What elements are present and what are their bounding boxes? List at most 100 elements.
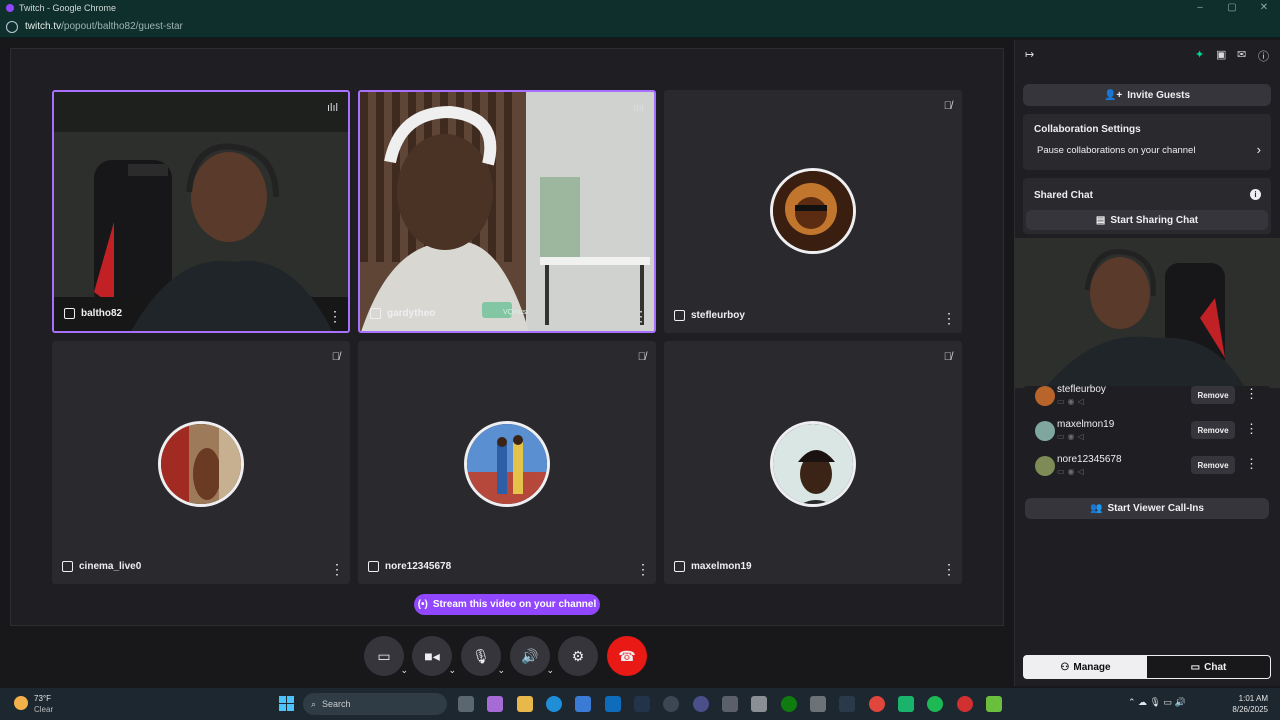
chevron-down-icon[interactable]: ⌄ [400, 665, 408, 676]
avatar [1035, 456, 1055, 476]
taskbar-clock[interactable]: 1:01 AM 8/26/2025 [1232, 693, 1268, 715]
app-icon[interactable] [693, 696, 709, 712]
more-options-icon[interactable]: ⋮ [1245, 456, 1258, 472]
more-options-icon[interactable]: ⋮ [1245, 421, 1258, 437]
remove-guest-button[interactable]: Remove [1191, 456, 1235, 474]
guest-tile-baltho82[interactable]: ılıl baltho82 ⋮ [52, 90, 350, 333]
weather-icon [14, 696, 28, 710]
sparkle-icon[interactable]: ✦ [1195, 48, 1204, 61]
xbox-icon[interactable] [781, 696, 797, 712]
info-icon[interactable]: i [1250, 189, 1261, 200]
chrome-icon[interactable] [869, 696, 885, 712]
taskbar-search[interactable]: ⌕ Search [303, 693, 447, 715]
inbox-icon[interactable]: ✉ [1237, 48, 1246, 61]
spotify-icon[interactable] [927, 696, 943, 712]
more-options-icon[interactable]: ⋮ [1245, 386, 1258, 402]
app-icon[interactable] [839, 696, 855, 712]
camera-icon: ■◂ [424, 647, 440, 664]
tab-chat[interactable]: ▭ Chat [1147, 656, 1270, 678]
task-view-icon[interactable] [458, 696, 474, 712]
chevron-down-icon[interactable]: ⌄ [448, 665, 456, 676]
remove-guest-button[interactable]: Remove [1191, 421, 1235, 439]
chevron-down-icon[interactable]: ⌄ [497, 665, 505, 676]
collaboration-settings-title: Collaboration Settings [1034, 124, 1141, 135]
collapse-panel-icon[interactable]: ↦ [1025, 48, 1034, 61]
start-viewer-callins-button[interactable]: 👥 Start Viewer Call-Ins [1025, 498, 1269, 519]
guest-name-row: maxelmon19 [674, 561, 752, 572]
remove-guest-button[interactable]: Remove [1191, 386, 1235, 404]
copilot-icon[interactable] [487, 696, 503, 712]
twitch-glitch-icon [674, 310, 685, 321]
end-call-button[interactable]: ☎ [607, 636, 647, 676]
guest-list-name: nore12345678 [1057, 454, 1122, 465]
site-info-icon[interactable] [6, 20, 18, 33]
twitch-app-icon [6, 4, 14, 12]
more-options-icon[interactable]: ⋮ [634, 309, 648, 323]
avatar [1035, 421, 1055, 441]
app-icon[interactable] [751, 696, 767, 712]
microphone-button[interactable]: 🎙 ⌄ [461, 636, 505, 676]
host-camera-overlay [1015, 238, 1280, 388]
system-tray[interactable]: ⌃ ☁ 🎙 ▭ 🔊 [1128, 697, 1186, 708]
speaker-icon: 🔊 [521, 647, 539, 664]
app-icon[interactable] [722, 696, 738, 712]
guest-tile-nore12345678[interactable]: 🎙̸ nore12345678 ⋮ [358, 341, 656, 584]
guest-avatar [464, 421, 550, 507]
guest-video-gardytheo [360, 92, 654, 331]
windows-start-icon[interactable] [279, 696, 295, 712]
edge-icon[interactable] [546, 696, 562, 712]
guest-tile-maxelmon19[interactable]: 🎙̸ maxelmon19 ⋮ [664, 341, 962, 584]
url-path: /popout/baltho82/guest-star [61, 21, 183, 32]
guest-avatar [770, 421, 856, 507]
tab-chat-label: Chat [1204, 661, 1227, 673]
start-viewer-callins-label: Start Viewer Call-Ins [1107, 503, 1204, 514]
chevron-down-icon[interactable]: ⌄ [546, 665, 554, 676]
store-icon[interactable] [575, 696, 591, 712]
guest-name: maxelmon19 [691, 561, 752, 572]
app-icon[interactable] [986, 696, 1002, 712]
guest-name-row: cinema_live0 [62, 561, 141, 572]
outlook-icon[interactable] [605, 696, 621, 712]
guest-tile-cinema-live0[interactable]: 🎙̸ cinema_live0 ⋮ [52, 341, 350, 584]
app-icon[interactable] [810, 696, 826, 712]
stream-video-label: Stream this video on your channel [432, 599, 597, 610]
file-explorer-icon[interactable] [517, 696, 533, 712]
more-options-icon[interactable]: ⋮ [328, 309, 342, 323]
share-screen-button[interactable]: ▭ ⌄ [364, 636, 408, 676]
mic-muted-icon: 🎙̸ [943, 351, 952, 363]
address-bar[interactable]: twitch.tv/popout/baltho82/guest-star [0, 16, 1280, 38]
maximize-icon[interactable]: ▢ [1216, 0, 1248, 16]
more-options-icon[interactable]: ⋮ [942, 562, 956, 576]
chat-bubble-icon: ▭ [1190, 661, 1201, 673]
invite-guests-button[interactable]: 👤+ Invite Guests [1023, 84, 1271, 106]
help-icon[interactable]: ⓘ [1258, 48, 1269, 64]
windows-taskbar: 73°F Clear ⌕ Search ⌃ ☁ 🎙 ▭ 🔊 1:01 AM 8/… [0, 688, 1280, 720]
shared-chat-card: Shared Chat i ▤ Start Sharing Chat [1023, 178, 1271, 234]
guest-name: nore12345678 [385, 561, 452, 572]
minimize-icon[interactable]: – [1184, 0, 1216, 16]
more-options-icon[interactable]: ⋮ [942, 311, 956, 325]
guest-name-row: nore12345678 [368, 561, 451, 572]
guest-tile-gardytheo[interactable]: ılıl gardytheo VQmusi ⋮ [358, 90, 656, 333]
more-options-icon[interactable]: ⋮ [330, 562, 344, 576]
app-icon[interactable] [663, 696, 679, 712]
guest-list-name: stefleurboy [1057, 384, 1106, 395]
guest-tile-stefleurboy[interactable]: 🎙̸ stefleurboy ⋮ [664, 90, 962, 333]
clock-time: 1:01 AM [1238, 694, 1268, 703]
app-icon[interactable] [898, 696, 914, 712]
close-icon[interactable]: ✕ [1248, 0, 1280, 16]
app-icon[interactable] [957, 696, 973, 712]
pause-collaborations-row[interactable]: Pause collaborations on your channel › [1023, 142, 1271, 162]
stream-video-button[interactable]: (•) Stream this video on your channel [414, 594, 600, 615]
camera-button[interactable]: ■◂ ⌄ [412, 636, 456, 676]
speaker-button[interactable]: 🔊 ⌄ [510, 636, 554, 676]
guest-name: gardytheo [387, 308, 436, 319]
chat-bubble-icon[interactable]: ▣ [1216, 48, 1226, 61]
start-sharing-chat-button[interactable]: ▤ Start Sharing Chat [1026, 210, 1268, 230]
chat-icon: ▤ [1095, 214, 1106, 226]
twitch-glitch-icon [62, 561, 73, 572]
settings-button[interactable]: ⚙ [558, 636, 598, 676]
steam-icon[interactable] [634, 696, 650, 712]
more-options-icon[interactable]: ⋮ [636, 562, 650, 576]
tab-manage[interactable]: ⚇ Manage [1024, 656, 1147, 678]
